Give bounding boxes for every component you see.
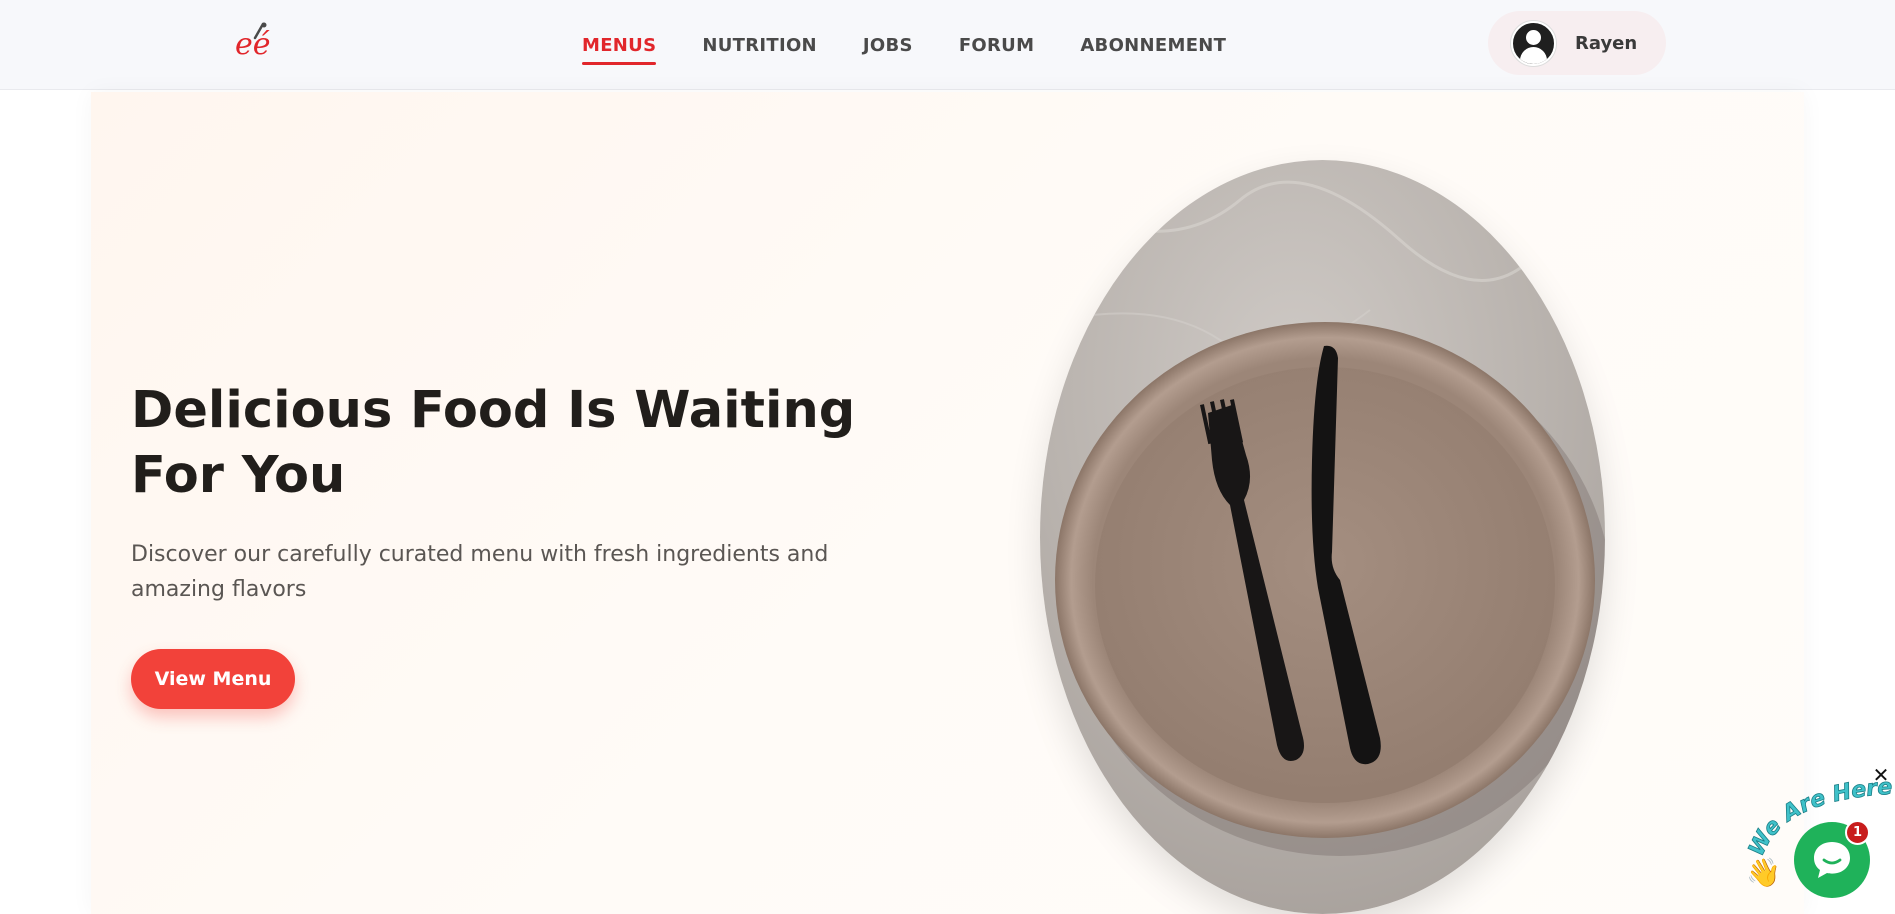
- nav-item-nutrition[interactable]: NUTRITION: [702, 25, 817, 66]
- avatar: [1511, 20, 1556, 66]
- hero-subtitle: Discover our carefully curated menu with…: [131, 542, 829, 602]
- nav-item-forum[interactable]: FORUM: [959, 25, 1035, 66]
- plate-illustration: [1040, 160, 1605, 914]
- user-name: Rayen: [1575, 32, 1638, 54]
- hero-title: Delicious Food Is Waiting For You: [131, 378, 871, 508]
- brand-logo-text: eé: [235, 27, 271, 62]
- hero-title-line-2: For You: [131, 446, 346, 505]
- nav-item-menus[interactable]: MENUS: [582, 25, 657, 66]
- view-menu-button[interactable]: View Menu: [131, 649, 295, 709]
- hero-title-line-1: Delicious Food Is Waiting: [131, 381, 856, 440]
- hero-plate-image: [1040, 160, 1605, 914]
- user-menu[interactable]: Rayen: [1488, 11, 1666, 75]
- brand-logo-mark: eé: [235, 22, 271, 62]
- unread-badge: 1: [1845, 820, 1870, 845]
- chat-widget: We Are Here! 👋 1: [1740, 780, 1892, 910]
- main-nav: MENUS NUTRITION JOBS FORUM ABONNEMENT: [582, 0, 1226, 90]
- nav-item-jobs[interactable]: JOBS: [863, 25, 913, 66]
- chat-bubble-icon: [1814, 842, 1850, 878]
- nav-item-abonnement[interactable]: ABONNEMENT: [1080, 25, 1226, 66]
- brand-logo[interactable]: eé: [233, 20, 273, 64]
- top-navbar: eé MENUS NUTRITION JOBS FORUM ABONNEMENT…: [0, 0, 1895, 90]
- waving-hand-icon: 👋: [1746, 857, 1781, 888]
